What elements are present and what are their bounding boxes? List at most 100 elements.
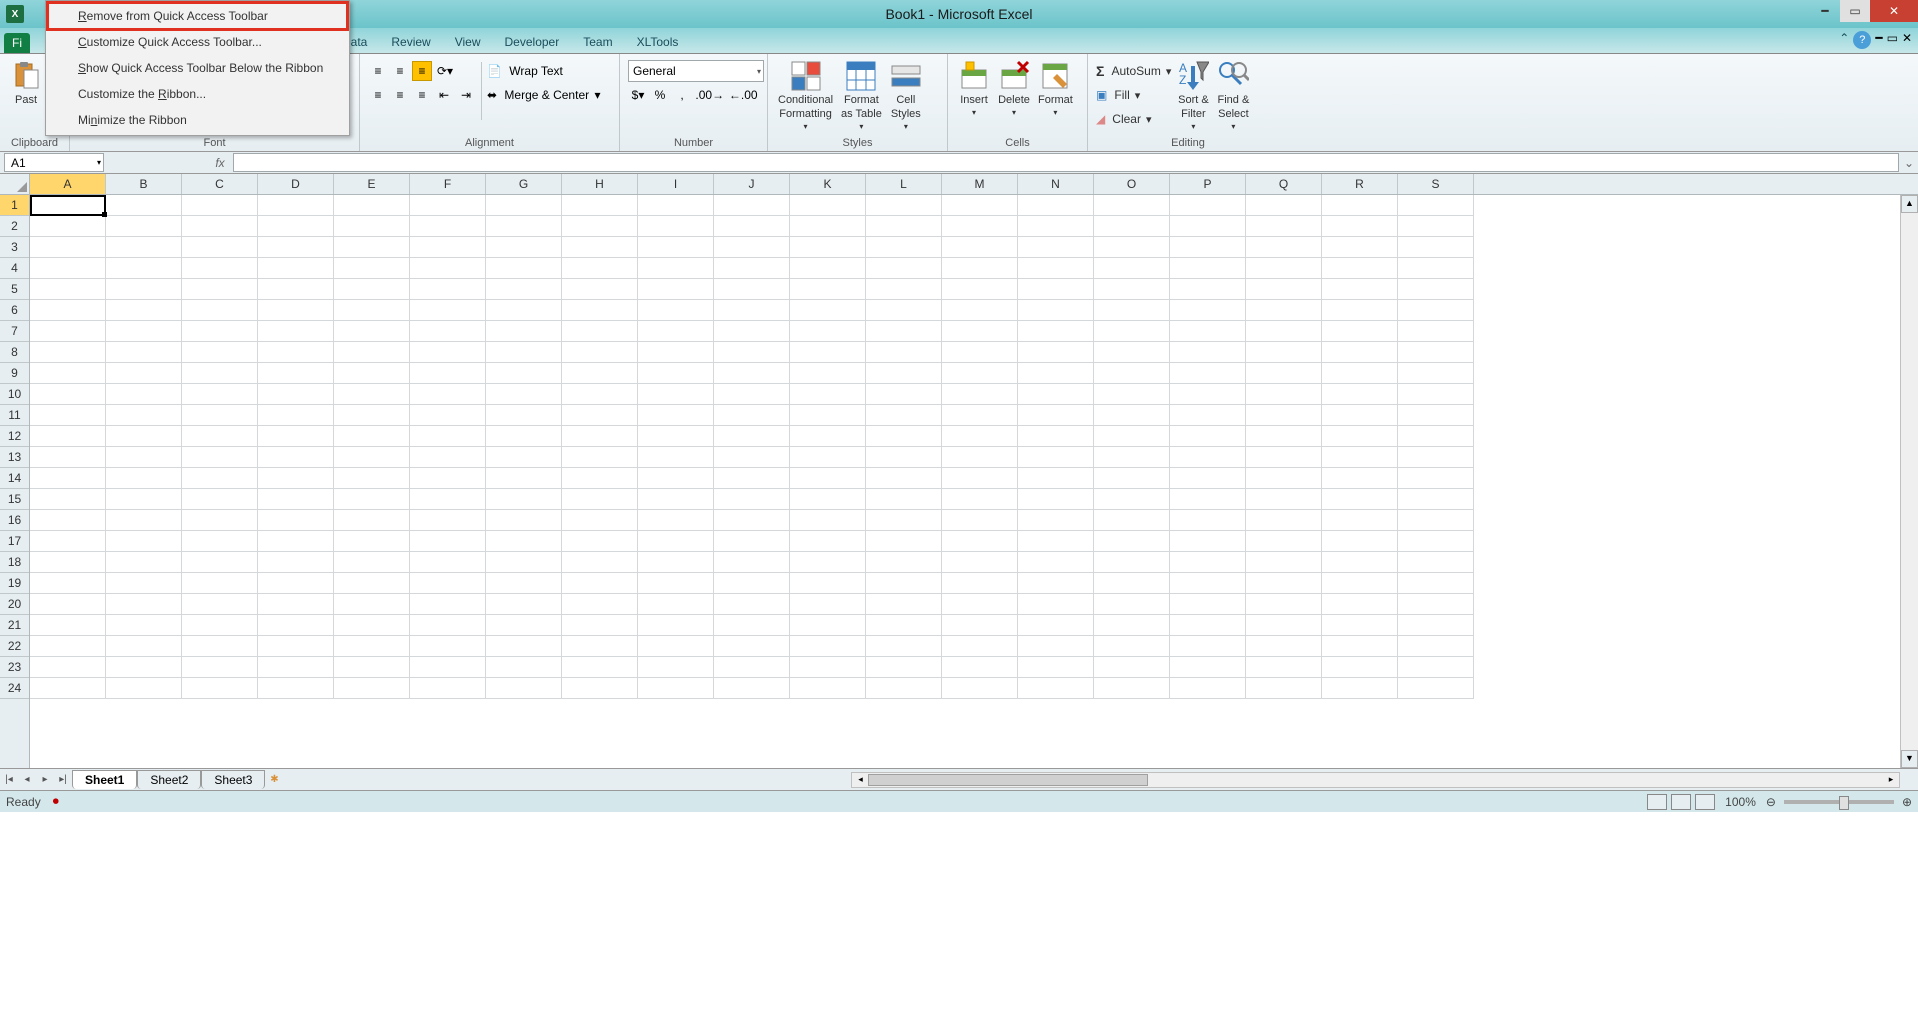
col-header-A[interactable]: A [30, 174, 106, 194]
cell[interactable] [1246, 237, 1322, 258]
cell[interactable] [410, 363, 486, 384]
paste-button[interactable]: Past [6, 58, 46, 108]
cell[interactable] [562, 615, 638, 636]
cell[interactable] [790, 258, 866, 279]
cell[interactable] [714, 594, 790, 615]
cell[interactable] [638, 405, 714, 426]
cell[interactable] [182, 573, 258, 594]
cell[interactable] [866, 594, 942, 615]
macro-record-icon[interactable]: ⏺ [53, 794, 59, 809]
cell[interactable] [410, 552, 486, 573]
cell[interactable] [1398, 426, 1474, 447]
cell[interactable] [334, 342, 410, 363]
col-header-F[interactable]: F [410, 174, 486, 194]
cell[interactable] [714, 573, 790, 594]
normal-view-button[interactable] [1647, 794, 1667, 810]
cell[interactable] [942, 279, 1018, 300]
row-header-6[interactable]: 6 [0, 300, 29, 321]
zoom-level[interactable]: 100% [1725, 795, 1756, 809]
cell[interactable] [182, 321, 258, 342]
row-header-10[interactable]: 10 [0, 384, 29, 405]
cell[interactable] [1170, 258, 1246, 279]
cell[interactable] [714, 405, 790, 426]
cell[interactable] [562, 552, 638, 573]
cell[interactable] [866, 237, 942, 258]
page-layout-view-button[interactable] [1671, 794, 1691, 810]
scroll-thumb[interactable] [868, 774, 1148, 786]
cell[interactable] [1246, 552, 1322, 573]
row-header-15[interactable]: 15 [0, 489, 29, 510]
cell[interactable] [638, 258, 714, 279]
cell[interactable] [182, 363, 258, 384]
cell[interactable] [790, 636, 866, 657]
sheet-nav-first[interactable]: |◂ [0, 774, 18, 785]
cell[interactable] [1398, 468, 1474, 489]
col-header-G[interactable]: G [486, 174, 562, 194]
cell[interactable] [562, 510, 638, 531]
cell[interactable] [942, 195, 1018, 216]
cell[interactable] [562, 258, 638, 279]
cell[interactable] [562, 384, 638, 405]
col-header-C[interactable]: C [182, 174, 258, 194]
cell[interactable] [182, 510, 258, 531]
cell[interactable] [866, 531, 942, 552]
cell[interactable] [486, 216, 562, 237]
cell[interactable] [258, 678, 334, 699]
cell[interactable] [942, 447, 1018, 468]
align-middle-button[interactable]: ≡ [390, 61, 410, 81]
cell[interactable] [1398, 489, 1474, 510]
cell[interactable] [182, 552, 258, 573]
cell[interactable] [942, 321, 1018, 342]
cell[interactable] [106, 552, 182, 573]
cell[interactable] [410, 678, 486, 699]
comma-button[interactable]: , [672, 85, 692, 105]
cell[interactable] [1246, 531, 1322, 552]
tab-developer[interactable]: Developer [493, 31, 572, 53]
cell[interactable] [1322, 510, 1398, 531]
cell[interactable] [486, 300, 562, 321]
cell[interactable] [258, 489, 334, 510]
col-header-P[interactable]: P [1170, 174, 1246, 194]
cell[interactable] [30, 237, 106, 258]
cell[interactable] [714, 279, 790, 300]
horizontal-scrollbar[interactable]: ◂ ▸ [851, 772, 1900, 788]
cell[interactable] [790, 447, 866, 468]
cell[interactable] [638, 426, 714, 447]
cell[interactable] [486, 405, 562, 426]
cell[interactable] [410, 489, 486, 510]
cell[interactable] [1170, 237, 1246, 258]
cell[interactable] [1398, 279, 1474, 300]
cell[interactable] [1018, 594, 1094, 615]
cell[interactable] [486, 258, 562, 279]
cell[interactable] [486, 279, 562, 300]
cell[interactable] [410, 615, 486, 636]
cell[interactable] [1018, 216, 1094, 237]
cell[interactable] [1246, 384, 1322, 405]
cell[interactable] [182, 447, 258, 468]
col-header-B[interactable]: B [106, 174, 182, 194]
tab-xltools[interactable]: XLTools [625, 31, 691, 53]
cell[interactable] [942, 657, 1018, 678]
cell[interactable] [1170, 342, 1246, 363]
cell[interactable] [334, 321, 410, 342]
cell[interactable] [790, 468, 866, 489]
cell[interactable] [714, 237, 790, 258]
cell[interactable] [638, 363, 714, 384]
cell[interactable] [1398, 678, 1474, 699]
cell[interactable] [1246, 195, 1322, 216]
cell[interactable] [866, 258, 942, 279]
cell[interactable] [486, 615, 562, 636]
cell[interactable] [30, 363, 106, 384]
cell[interactable] [1094, 258, 1170, 279]
cell[interactable] [182, 678, 258, 699]
help-icon[interactable]: ? [1853, 31, 1871, 49]
cell[interactable] [942, 237, 1018, 258]
cell[interactable] [30, 195, 106, 216]
cell[interactable] [1170, 678, 1246, 699]
cell[interactable] [334, 615, 410, 636]
cell[interactable] [258, 657, 334, 678]
cell[interactable] [30, 636, 106, 657]
sheet-nav-last[interactable]: ▸| [54, 774, 72, 785]
cell[interactable] [638, 321, 714, 342]
cell[interactable] [334, 237, 410, 258]
